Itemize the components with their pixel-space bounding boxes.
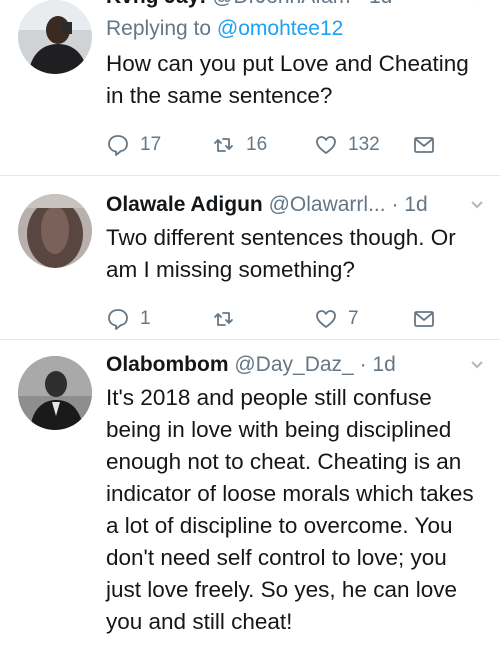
retweet-button[interactable]: 16	[212, 130, 267, 160]
dm-button[interactable]	[412, 130, 436, 160]
envelope-icon	[414, 137, 434, 153]
avatar[interactable]	[18, 356, 92, 430]
reply-count: 17	[140, 134, 162, 155]
avatar[interactable]	[18, 194, 92, 268]
chevron-down-icon[interactable]	[470, 358, 484, 372]
tweet-text: How can you put Love and Cheating in the…	[106, 51, 469, 108]
retweet-icon	[214, 138, 233, 152]
replying-to: Replying to @omohtee12	[106, 14, 486, 44]
reply-icon	[108, 135, 128, 156]
retweet-button[interactable]	[212, 304, 246, 334]
like-count: 132	[348, 134, 380, 155]
reply-icon	[108, 309, 128, 330]
retweet-icon	[214, 312, 233, 326]
tweet[interactable]: Olabombom @Day_Daz_ · 1d It's 2018 and p…	[0, 340, 500, 660]
like-button[interactable]: 132	[314, 130, 380, 160]
heart-icon	[316, 310, 336, 328]
tweet-header: Olabombom @Day_Daz_ · 1d	[106, 352, 486, 378]
separator: ·	[356, 0, 363, 8]
tweet[interactable]: Olawale Adigun @Olawarrl... · 1d Two dif…	[0, 176, 500, 340]
chevron-down-icon[interactable]	[470, 198, 484, 212]
like-count: 7	[348, 308, 359, 329]
user-handle[interactable]: @Day_Daz_	[234, 353, 353, 376]
envelope-icon	[414, 311, 434, 327]
display-name[interactable]: Olabombom	[106, 353, 229, 376]
separator: ·	[391, 193, 399, 216]
reply-button[interactable]: 1	[106, 304, 151, 334]
like-button[interactable]: 7	[314, 304, 359, 334]
tweet-header: Kvng Jay! @DrJohnAfam · 1d	[106, 0, 486, 10]
tweet-text: It's 2018 and people still confuse being…	[106, 385, 474, 634]
timestamp[interactable]: 1d	[404, 193, 427, 216]
tweet[interactable]: Kvng Jay! @DrJohnAfam · 1d Replying to @…	[0, 0, 500, 176]
reply-button[interactable]: 17	[106, 130, 161, 160]
user-handle[interactable]: @Olawarrl...	[269, 193, 386, 216]
display-name[interactable]: Kvng Jay!	[106, 0, 206, 8]
display-name[interactable]: Olawale Adigun	[106, 193, 263, 216]
reply-count: 1	[140, 308, 151, 329]
timestamp[interactable]: 1d	[369, 0, 392, 8]
separator: ·	[359, 353, 367, 376]
user-handle[interactable]: @DrJohnAfam	[212, 0, 350, 8]
tweet-actions: 1 7	[106, 304, 486, 334]
retweet-count: 16	[246, 134, 268, 155]
mention-link[interactable]: @omohtee12	[217, 17, 343, 40]
chevron-down-icon[interactable]	[470, 0, 484, 4]
replying-label: Replying to	[106, 17, 212, 40]
timestamp[interactable]: 1d	[372, 353, 395, 376]
heart-icon	[316, 136, 336, 154]
tweet-text: Two different sentences though. Or am I …	[106, 225, 456, 282]
tweet-header: Olawale Adigun @Olawarrl... · 1d	[106, 192, 486, 218]
avatar[interactable]	[18, 0, 92, 74]
dm-button[interactable]	[412, 304, 436, 334]
tweet-actions: 17 16 132	[106, 130, 486, 160]
